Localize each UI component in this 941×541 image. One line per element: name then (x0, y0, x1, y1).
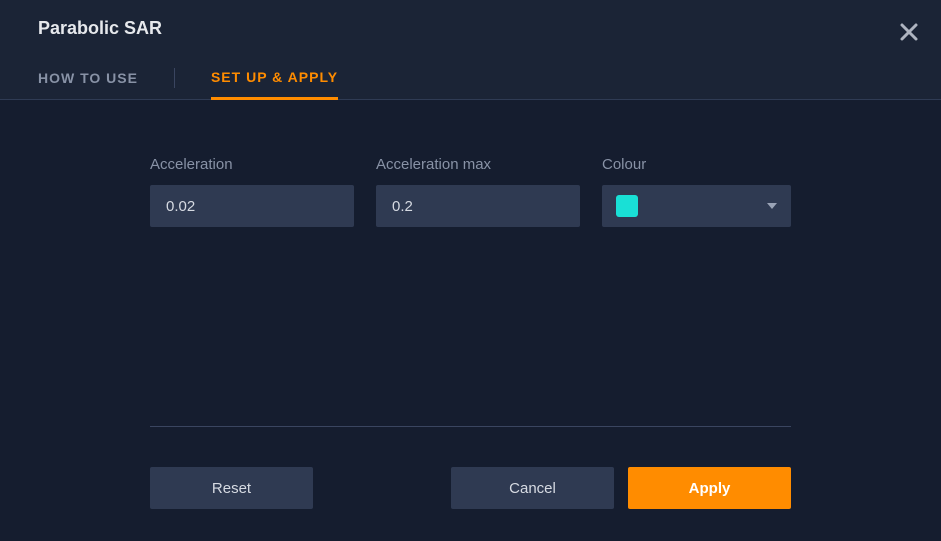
indicator-dialog: Parabolic SAR HOW TO USE SET UP & APPLY … (0, 0, 941, 541)
chevron-down-icon (767, 203, 777, 209)
dialog-header: Parabolic SAR (0, 0, 941, 57)
acceleration-max-label: Acceleration max (376, 156, 580, 173)
acceleration-input[interactable] (150, 185, 354, 227)
close-icon[interactable] (899, 22, 919, 42)
action-bar: Reset Cancel Apply (150, 467, 791, 509)
acceleration-max-input[interactable] (376, 185, 580, 227)
colour-label: Colour (602, 156, 791, 173)
tab-bar: HOW TO USE SET UP & APPLY (0, 57, 941, 100)
colour-select[interactable] (602, 185, 791, 227)
apply-button[interactable]: Apply (628, 467, 791, 509)
tab-setup-apply[interactable]: SET UP & APPLY (211, 57, 338, 100)
acceleration-field: Acceleration (150, 156, 354, 227)
cancel-button[interactable]: Cancel (451, 467, 614, 509)
colour-field: Colour (602, 156, 791, 227)
colour-swatch (616, 195, 638, 217)
divider (150, 426, 791, 427)
acceleration-max-field: Acceleration max (376, 156, 580, 227)
form-row: Acceleration Acceleration max Colour (150, 156, 791, 227)
tab-separator (174, 68, 175, 88)
dialog-title: Parabolic SAR (38, 18, 903, 39)
reset-button[interactable]: Reset (150, 467, 313, 509)
tab-how-to-use[interactable]: HOW TO USE (38, 58, 138, 98)
dialog-body: Acceleration Acceleration max Colour Res… (0, 100, 941, 541)
acceleration-label: Acceleration (150, 156, 354, 173)
